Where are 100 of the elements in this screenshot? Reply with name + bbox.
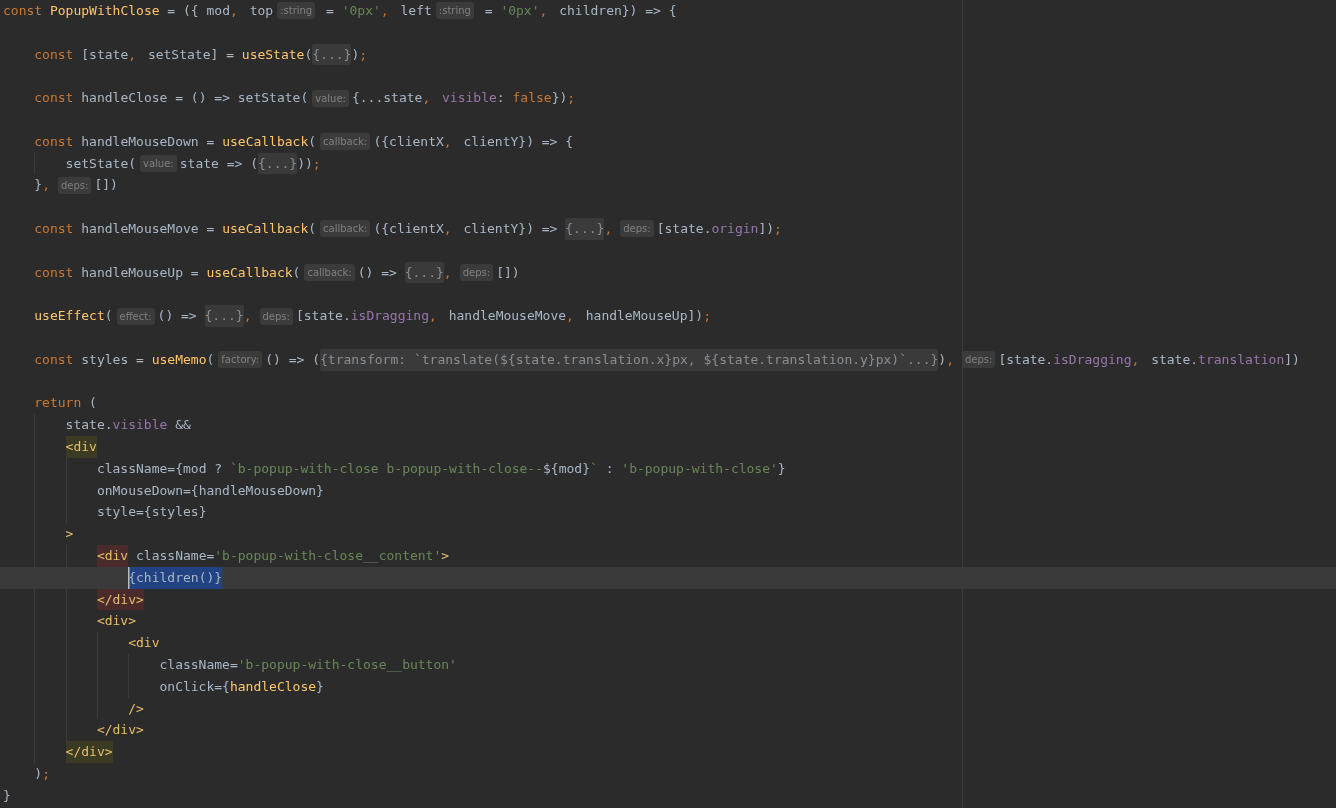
code-text: ,	[443, 263, 452, 282]
code-text: ,	[128, 45, 137, 64]
code-text: left	[399, 2, 432, 20]
code-text: (	[308, 132, 317, 151]
code-text: ;	[774, 219, 782, 238]
folded-code: {...}	[404, 261, 444, 284]
parameter-hint: callback:	[320, 220, 371, 238]
code-text: isDragging	[1053, 350, 1132, 369]
code-text: ,	[443, 132, 452, 151]
code-text: }	[34, 176, 43, 195]
code-text: useEffect	[34, 307, 105, 326]
code-text: = ({ mod	[166, 2, 230, 20]
code-text: <div	[65, 435, 97, 458]
code-text: setState] =	[146, 45, 235, 64]
code-text: ])	[1284, 350, 1300, 369]
code-text: visible	[441, 89, 497, 108]
parameter-hint: deps:	[961, 351, 996, 369]
code-text: )	[938, 350, 947, 369]
folded-code: {transform: `translate(${state.translation.x}px, ${state.translation.y}px)`...}	[320, 348, 939, 371]
code-text: state => (	[179, 154, 258, 173]
code-text: ;	[359, 45, 368, 64]
code-text: handleMouseUp =	[80, 263, 200, 282]
code-text: ,	[1131, 350, 1140, 369]
code-text: ,	[230, 2, 238, 20]
code-text: 'b-popup-with-close__button'	[237, 655, 457, 674]
code-text: children}) => {	[558, 2, 677, 20]
code-text: :	[496, 89, 506, 108]
code-text: </div>	[96, 588, 144, 611]
parameter-hint: :string	[435, 2, 474, 20]
code-text: const	[34, 132, 74, 151]
code-text: ,	[946, 350, 954, 369]
code-text: useMemo	[151, 350, 207, 369]
folded-code: {...}	[312, 43, 352, 66]
code-text: const	[34, 89, 74, 108]
code-text: ({clientX	[373, 219, 444, 238]
code-text: {...state	[351, 89, 423, 108]
code-text: (	[206, 350, 215, 369]
code-text: handleMouseMove =	[80, 219, 216, 238]
code-text: className=	[159, 655, 238, 674]
code-text: const	[34, 45, 74, 64]
code-text: }	[777, 459, 786, 478]
code-text: clientY}) => {	[462, 132, 574, 151]
code-text: )	[34, 764, 43, 783]
code-text: state.	[1150, 350, 1199, 369]
code-text: ;	[703, 307, 711, 326]
code-text: state.	[65, 416, 113, 435]
code-text: =	[325, 2, 335, 20]
code-text: () =>	[157, 307, 198, 326]
code-text: <div	[128, 634, 160, 653]
code-text: const	[34, 350, 74, 369]
parameter-hint: deps:	[259, 307, 293, 325]
code-text: ;	[312, 154, 321, 173]
code-text: ${mod}	[543, 459, 590, 478]
code-text: [state.	[656, 219, 712, 238]
parameter-hint: value:	[312, 89, 349, 107]
code-text: &&	[174, 416, 191, 435]
code-text: (	[104, 307, 113, 326]
code-text: </div>	[96, 721, 144, 740]
code-text: handleClose	[229, 677, 317, 696]
code-text: false	[512, 89, 552, 108]
code-text: `b-popup-with-close b-popup-with-close--	[229, 459, 544, 478]
code-text: )	[351, 45, 360, 64]
code-text: ,	[243, 307, 252, 326]
code-text: [state.	[295, 307, 351, 326]
code-text: :	[604, 459, 615, 478]
code-text: PopupWithClose	[48, 2, 160, 20]
code-text: ,	[539, 2, 548, 20]
parameter-hint: callback:	[304, 263, 355, 281]
code-text: return	[34, 394, 82, 413]
code-text: />	[128, 699, 144, 718]
code-text: }	[3, 786, 11, 805]
code-text: ({clientX	[373, 132, 444, 151]
code-text: top	[248, 2, 274, 20]
code-text: ,	[429, 307, 437, 326]
code-text: [])	[94, 176, 118, 195]
code-text: isDragging	[350, 307, 429, 326]
parameter-hint: deps:	[57, 176, 92, 194]
code-text: [])	[496, 263, 520, 282]
parameter-hint: value:	[140, 154, 177, 172]
code-text: (	[88, 394, 97, 413]
code-text: 'b-popup-with-close'	[621, 459, 778, 478]
code-text: (	[292, 263, 301, 282]
code-text: }	[316, 677, 324, 696]
code-text: styles =	[80, 350, 145, 369]
code-text: '0px'	[341, 2, 381, 20]
code-text: ;	[567, 89, 576, 108]
code-text: () => (	[265, 350, 320, 369]
code-text: const	[34, 263, 74, 282]
parameter-hint: deps:	[459, 263, 494, 281]
code-text: >	[441, 546, 450, 565]
code-text: 'b-popup-with-close__content'	[214, 546, 442, 565]
code-text: (	[308, 219, 317, 238]
code-text: ;	[42, 764, 50, 783]
code-text: origin	[711, 219, 759, 238]
code-text: style={styles}	[96, 503, 207, 522]
code-text: ,	[604, 219, 613, 238]
code-text: >	[65, 525, 74, 544]
code-text: useState	[241, 45, 305, 64]
parameter-hint: deps:	[620, 220, 654, 238]
code-text: `	[590, 459, 598, 478]
